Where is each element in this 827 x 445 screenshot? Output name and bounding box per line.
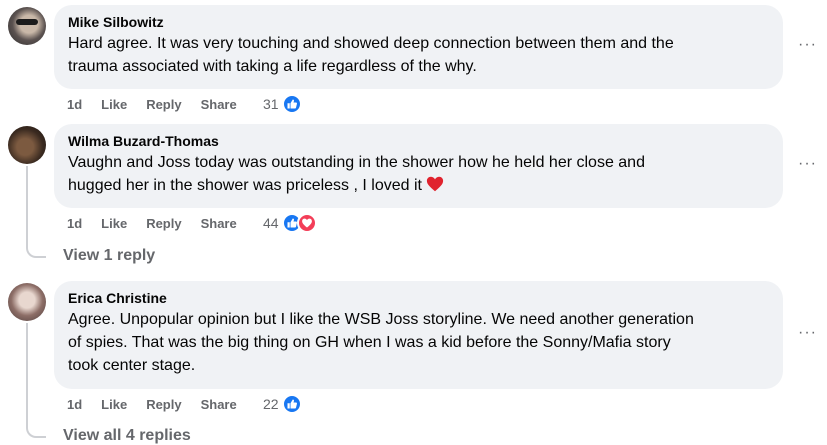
share-button[interactable]: Share (201, 97, 237, 112)
like-button[interactable]: Like (101, 216, 127, 231)
comment-text-line: of spies. That was the big thing on GH w… (68, 334, 671, 351)
comment-actions: 1d Like Reply Share (67, 97, 256, 112)
like-button[interactable]: Like (101, 97, 127, 112)
thumbs-up-icon (281, 94, 302, 114)
reaction-count: 31 (263, 96, 279, 112)
reply-thread-line (26, 166, 46, 258)
comment-actions: 1d Like Reply Share (67, 216, 256, 231)
comment-text-segment: hugged her in the shower was priceless ,… (68, 177, 422, 194)
reply-button[interactable]: Reply (146, 397, 181, 412)
view-replies-link[interactable]: View 1 reply (63, 247, 155, 265)
comment-author[interactable]: Mike Silbowitz (68, 13, 771, 32)
more-options-icon[interactable]: ··· (798, 36, 817, 54)
comment-text-line: hugged her in the shower was priceless ,… (68, 174, 771, 197)
reaction-count: 22 (263, 396, 279, 412)
avatar[interactable] (8, 283, 46, 321)
red-heart-emoji-icon (427, 176, 444, 192)
comment-bubble: Mike Silbowitz Hard agree. It was very t… (54, 5, 783, 89)
heart-icon (296, 213, 317, 233)
avatar[interactable] (8, 7, 46, 45)
comment-text-line: trauma associated with taking a life reg… (68, 58, 477, 75)
reaction-summary[interactable]: 31 (263, 94, 302, 114)
reaction-summary[interactable]: 22 (263, 394, 302, 414)
reply-button[interactable]: Reply (146, 216, 181, 231)
comment-bubble: Erica Christine Agree. Unpopular opinion… (54, 281, 783, 389)
comment-bubble: Wilma Buzard-Thomas Vaughn and Joss toda… (54, 124, 783, 208)
comment-timestamp[interactable]: 1d (67, 397, 82, 412)
thumbs-up-icon (281, 394, 302, 414)
comment-text-line: Vaughn and Joss today was outstanding in… (68, 154, 645, 171)
comment-timestamp[interactable]: 1d (67, 97, 82, 112)
share-button[interactable]: Share (201, 216, 237, 231)
comment-timestamp[interactable]: 1d (67, 216, 82, 231)
view-replies-link[interactable]: View all 4 replies (63, 427, 191, 445)
comment-author[interactable]: Erica Christine (68, 289, 771, 308)
comment-text-line: Hard agree. It was very touching and sho… (68, 35, 674, 52)
share-button[interactable]: Share (201, 397, 237, 412)
like-button[interactable]: Like (101, 397, 127, 412)
reaction-summary[interactable]: 44 (263, 213, 317, 233)
reply-thread-line (26, 323, 46, 438)
reply-button[interactable]: Reply (146, 97, 181, 112)
reaction-count: 44 (263, 215, 279, 231)
comment-text-line: Agree. Unpopular opinion but I like the … (68, 311, 694, 328)
avatar[interactable] (8, 126, 46, 164)
comment-actions: 1d Like Reply Share (67, 397, 256, 412)
more-options-icon[interactable]: ··· (798, 324, 817, 342)
comment-text-line: took center stage. (68, 357, 196, 374)
more-options-icon[interactable]: ··· (798, 155, 817, 173)
comment-author[interactable]: Wilma Buzard-Thomas (68, 132, 771, 151)
